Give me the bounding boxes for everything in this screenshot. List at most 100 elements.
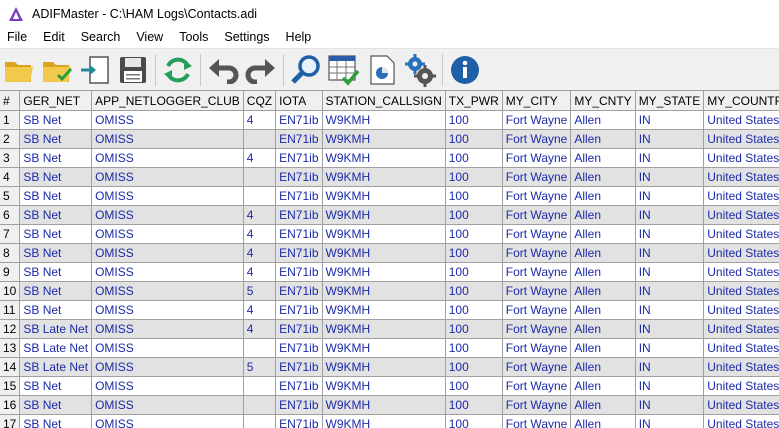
table-cell[interactable]: 100 [445, 376, 503, 396]
table-cell[interactable]: 4 [243, 110, 277, 130]
table-row[interactable]: 13 SB Late Net OMISS EN71ib W9KMH 100 Fort Way… [0, 338, 779, 358]
table-cell[interactable]: Fort Wayne [502, 262, 572, 282]
column-header-station-callsign[interactable]: STATION_CALLSIGN [322, 90, 446, 111]
table-cell[interactable]: EN71ib [275, 205, 323, 225]
table-cell[interactable]: EN71ib [275, 186, 323, 206]
menu-search[interactable]: Search [73, 27, 129, 48]
table-cell[interactable]: OMISS [91, 148, 244, 168]
table-cell[interactable]: SB Net [19, 300, 93, 320]
table-cell[interactable]: United States [703, 167, 779, 187]
table-cell[interactable]: W9KMH [322, 395, 446, 415]
table-row[interactable]: 15 SB Net OMISS EN71ib W9KMH 100 Fort Wayne All… [0, 376, 779, 396]
table-cell[interactable]: Allen [570, 243, 636, 263]
table-cell[interactable]: United States [703, 148, 779, 168]
about-button[interactable] [447, 52, 483, 88]
table-cell[interactable]: EN71ib [275, 262, 323, 282]
table-cell[interactable]: Fort Wayne [502, 376, 572, 396]
table-row[interactable]: 2 SB Net OMISS EN71ib W9KMH 100 Fort Wayne Alle… [0, 129, 779, 149]
table-cell[interactable]: EN71ib [275, 319, 323, 339]
table-cell[interactable]: W9KMH [322, 319, 446, 339]
open-folder-button[interactable] [1, 52, 37, 88]
table-cell[interactable]: OMISS [91, 338, 244, 358]
table-cell[interactable]: Fort Wayne [502, 186, 572, 206]
row-number-cell[interactable]: 13 [0, 338, 21, 358]
table-cell[interactable]: Fort Wayne [502, 395, 572, 415]
table-cell[interactable]: W9KMH [322, 262, 446, 282]
table-cell[interactable]: SB Net [19, 167, 93, 187]
table-cell[interactable]: 100 [445, 129, 503, 149]
table-row[interactable]: 4 SB Net OMISS EN71ib W9KMH 100 Fort Wayne Alle… [0, 167, 779, 187]
table-cell[interactable]: OMISS [91, 376, 244, 396]
table-cell[interactable]: W9KMH [322, 300, 446, 320]
table-cell[interactable]: W9KMH [322, 243, 446, 263]
row-number-cell[interactable]: 16 [0, 395, 21, 415]
table-cell[interactable]: 100 [445, 262, 503, 282]
row-number-cell[interactable]: 8 [0, 243, 21, 263]
table-cell[interactable]: IN [635, 395, 705, 415]
table-cell[interactable]: IN [635, 414, 705, 428]
table-cell[interactable]: United States [703, 395, 779, 415]
table-cell[interactable]: 4 [243, 262, 277, 282]
table-cell[interactable]: 100 [445, 186, 503, 206]
table-row[interactable]: 5 SB Net OMISS EN71ib W9KMH 100 Fort Wayne Alle… [0, 186, 779, 206]
table-cell[interactable]: 4 [243, 300, 277, 320]
table-cell[interactable]: IN [635, 186, 705, 206]
table-row[interactable]: 1 SB Net OMISS 4 EN71ib W9KMH 100 Fort Wayne All… [0, 110, 779, 130]
table-cell[interactable]: EN71ib [275, 376, 323, 396]
table-row[interactable]: 9 SB Net OMISS 4 EN71ib W9KMH 100 Fort Wayne All… [0, 262, 779, 282]
table-cell[interactable]: EN71ib [275, 224, 323, 244]
table-cell[interactable]: OMISS [91, 262, 244, 282]
table-cell[interactable]: OMISS [91, 414, 244, 428]
row-number-cell[interactable]: 5 [0, 186, 21, 206]
table-cell[interactable]: IN [635, 338, 705, 358]
table-cell[interactable]: EN71ib [275, 395, 323, 415]
table-cell[interactable]: SB Net [19, 186, 93, 206]
table-cell[interactable]: IN [635, 224, 705, 244]
column-header-row-number[interactable]: # [0, 90, 21, 111]
table-cell[interactable]: Allen [570, 376, 636, 396]
table-cell[interactable]: OMISS [91, 186, 244, 206]
table-cell[interactable]: Allen [570, 338, 636, 358]
table-cell[interactable]: OMISS [91, 395, 244, 415]
table-cell[interactable]: 4 [243, 148, 277, 168]
table-row[interactable]: 11 SB Net OMISS 4 EN71ib W9KMH 100 Fort Wayne Al… [0, 300, 779, 320]
row-number-cell[interactable]: 10 [0, 281, 21, 301]
table-cell[interactable]: IN [635, 376, 705, 396]
table-cell[interactable]: United States [703, 338, 779, 358]
undo-button[interactable] [205, 52, 241, 88]
save-button[interactable] [115, 52, 151, 88]
row-number-cell[interactable]: 7 [0, 224, 21, 244]
row-number-cell[interactable]: 6 [0, 205, 21, 225]
table-cell[interactable]: United States [703, 376, 779, 396]
table-cell[interactable]: EN71ib [275, 110, 323, 130]
table-cell[interactable]: Fort Wayne [502, 300, 572, 320]
table-cell[interactable]: IN [635, 243, 705, 263]
table-cell[interactable]: W9KMH [322, 357, 446, 377]
table-cell[interactable]: IN [635, 148, 705, 168]
report-button[interactable] [364, 52, 400, 88]
table-row[interactable]: 6 SB Net OMISS 4 EN71ib W9KMH 100 Fort Wayne All… [0, 205, 779, 225]
table-cell[interactable]: 100 [445, 414, 503, 428]
row-number-cell[interactable]: 11 [0, 300, 21, 320]
table-cell[interactable]: 100 [445, 243, 503, 263]
column-header-app-netlogger-club[interactable]: APP_NETLOGGER_CLUB [91, 90, 244, 111]
row-number-cell[interactable]: 1 [0, 110, 21, 130]
table-cell[interactable]: Allen [570, 395, 636, 415]
table-cell[interactable]: Allen [570, 167, 636, 187]
table-cell[interactable]: IN [635, 129, 705, 149]
table-cell[interactable]: IN [635, 357, 705, 377]
table-cell[interactable]: SB Net [19, 262, 93, 282]
table-cell[interactable]: IN [635, 205, 705, 225]
table-cell[interactable]: IN [635, 281, 705, 301]
table-cell[interactable]: 4 [243, 205, 277, 225]
table-cell[interactable]: 5 [243, 357, 277, 377]
table-cell[interactable]: 4 [243, 243, 277, 263]
table-cell[interactable]: W9KMH [322, 186, 446, 206]
table-cell[interactable]: SB Net [19, 205, 93, 225]
table-cell[interactable]: EN71ib [275, 129, 323, 149]
table-cell[interactable]: United States [703, 357, 779, 377]
table-cell[interactable]: OMISS [91, 205, 244, 225]
table-cell[interactable]: 100 [445, 110, 503, 130]
settings-button[interactable] [402, 52, 438, 88]
table-cell[interactable]: IN [635, 110, 705, 130]
